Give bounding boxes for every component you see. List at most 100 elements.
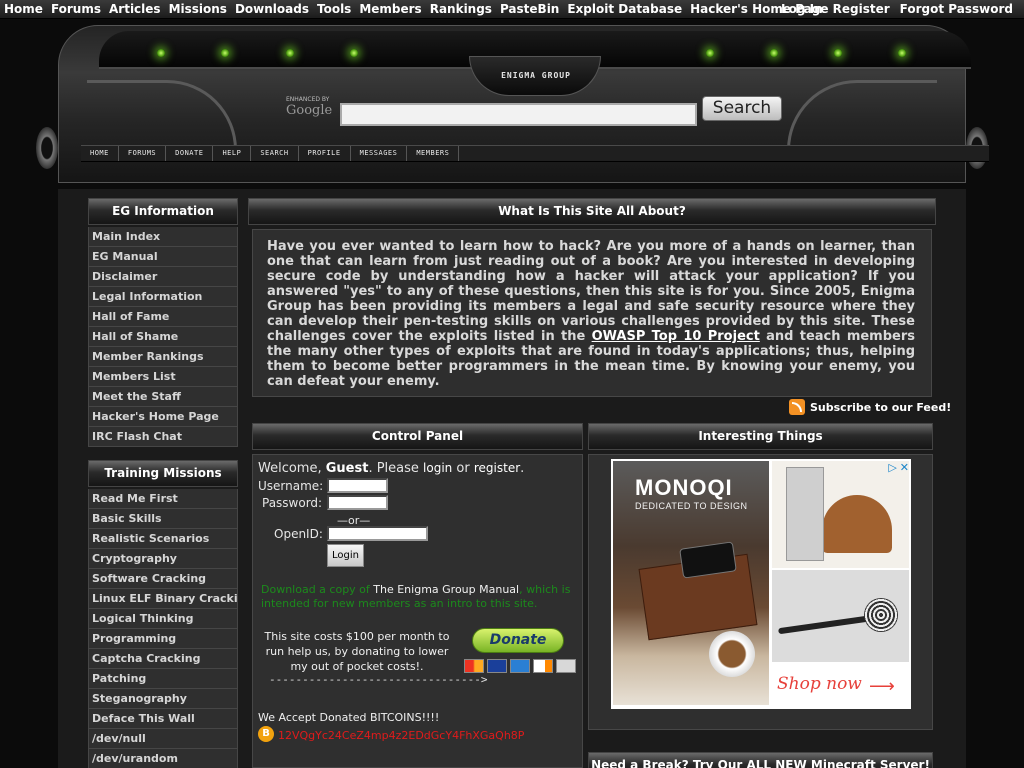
subnav-profile[interactable]: PROFILE: [299, 146, 351, 161]
led-light: [221, 49, 229, 57]
top-nav-articles[interactable]: Articles: [109, 2, 161, 16]
ad-close-icon[interactable]: ✕: [900, 461, 909, 474]
sidebar-item-hackers-home-page[interactable]: Hacker's Home Page: [88, 407, 238, 427]
ad-coffee-cup: [709, 631, 755, 677]
login-button[interactable]: Login: [327, 544, 364, 567]
donate-button[interactable]: Donate: [472, 628, 564, 653]
manual-download-text: Download a copy of The Enigma Group Manu…: [261, 583, 579, 611]
welcome-login-link[interactable]: login: [423, 461, 452, 475]
control-panel-heading: Control Panel: [252, 423, 583, 450]
login-link[interactable]: Log In: [781, 2, 823, 16]
top-nav-downloads[interactable]: Downloads: [235, 2, 309, 16]
top-nav-tools[interactable]: Tools: [317, 2, 351, 16]
header-subnav: HOME FORUMS DONATE HELP SEARCH PROFILE M…: [81, 145, 989, 162]
sidebar: EG Information Main Index EG Manual Disc…: [88, 198, 238, 768]
advertisement[interactable]: MONOQI DEDICATED TO DESIGN Shop now ⟶ ▷ …: [611, 459, 911, 709]
donation-arrow: -------------------------------->: [269, 673, 488, 686]
ad-choices-icon[interactable]: ▷: [888, 461, 896, 474]
password-field[interactable]: [327, 495, 388, 510]
ad-keychain-image: [772, 570, 909, 662]
top-nav-pastebin[interactable]: PasteBin: [500, 2, 559, 16]
sidebar-item-captcha-cracking[interactable]: Captcha Cracking: [88, 649, 238, 669]
sidebar-item-steganography[interactable]: Steganography: [88, 689, 238, 709]
subnav-forums[interactable]: FORUMS: [119, 146, 167, 161]
subnav-members[interactable]: MEMBERS: [407, 146, 460, 161]
header-frame: ENIGMA GROUP ENHANCED BY Google Search H…: [58, 25, 989, 183]
sidebar-item-legal-information[interactable]: Legal Information: [88, 287, 238, 307]
ad-choices[interactable]: ▷ ✕: [888, 461, 909, 474]
subnav-donate[interactable]: DONATE: [166, 146, 214, 161]
sidebar-item-main-index[interactable]: Main Index: [88, 227, 238, 247]
rss-subscribe-label[interactable]: Subscribe to our Feed!: [810, 401, 951, 414]
ad-shop-now[interactable]: Shop now: [777, 674, 862, 694]
top-nav-home[interactable]: Home: [4, 2, 43, 16]
openid-field[interactable]: [327, 526, 428, 541]
sidebar-item-dev-urandom[interactable]: /dev/urandom: [88, 749, 238, 768]
search-button[interactable]: Search: [702, 96, 782, 121]
discover-icon: [533, 659, 553, 673]
top-nav-forums[interactable]: Forums: [51, 2, 101, 16]
sidebar-item-irc-flash-chat[interactable]: IRC Flash Chat: [88, 427, 238, 447]
search-input[interactable]: [340, 103, 697, 126]
sidebar-item-read-me-first[interactable]: Read Me First: [88, 489, 238, 509]
sidebar-item-hall-of-shame[interactable]: Hall of Shame: [88, 327, 238, 347]
main-heading: What Is This Site All About?: [248, 198, 936, 225]
top-nav-exploit-database[interactable]: Exploit Database: [567, 2, 682, 16]
logo-text: ENIGMA GROUP: [501, 71, 571, 80]
bitcoin-icon: B: [258, 726, 274, 742]
username-field[interactable]: [327, 478, 388, 493]
top-nav-rankings[interactable]: Rankings: [430, 2, 492, 16]
sidebar-item-basic-skills[interactable]: Basic Skills: [88, 509, 238, 529]
subnav-help[interactable]: HELP: [213, 146, 252, 161]
led-light: [706, 49, 714, 57]
subnav-messages[interactable]: MESSAGES: [351, 146, 408, 161]
sidebar-item-members-list[interactable]: Members List: [88, 367, 238, 387]
amex-icon: [510, 659, 530, 673]
led-light: [286, 49, 294, 57]
sidebar-item-deface-this-wall[interactable]: Deface This Wall: [88, 709, 238, 729]
welcome-register-link[interactable]: register: [474, 461, 520, 475]
interesting-things-heading: Interesting Things: [588, 423, 933, 450]
sidebar-item-logical-thinking[interactable]: Logical Thinking: [88, 609, 238, 629]
enigma-manual-link[interactable]: The Enigma Group Manual: [373, 583, 519, 596]
mastercard-icon: [464, 659, 484, 673]
minecraft-heading: Need a Break? Try Our ALL NEW Minecraft …: [588, 752, 933, 768]
visa-icon: [487, 659, 507, 673]
site-logo[interactable]: ENIGMA GROUP: [469, 56, 601, 96]
subnav-search[interactable]: SEARCH: [251, 146, 299, 161]
sidebar-item-member-rankings[interactable]: Member Rankings: [88, 347, 238, 367]
sidebar-item-cryptography[interactable]: Cryptography: [88, 549, 238, 569]
guest-name: Guest: [325, 461, 369, 476]
sidebar-item-dev-null[interactable]: /dev/null: [88, 729, 238, 749]
register-link[interactable]: Register: [833, 2, 890, 16]
sidebar-item-meet-the-staff[interactable]: Meet the Staff: [88, 387, 238, 407]
top-nav-missions[interactable]: Missions: [169, 2, 227, 16]
ad-tagline: DEDICATED TO DESIGN: [635, 501, 748, 511]
top-nav-members[interactable]: Members: [359, 2, 421, 16]
google-word: Google: [286, 103, 333, 118]
rss-icon[interactable]: [789, 399, 805, 415]
bitcoin-address[interactable]: 12VQgYc24CeZ4mp4z2EDdGcY4FhXGaQh8P: [278, 729, 524, 742]
subnav-home[interactable]: HOME: [81, 146, 119, 161]
sidebar-item-hall-of-fame[interactable]: Hall of Fame: [88, 307, 238, 327]
ad-mic: [864, 598, 898, 632]
sidebar-item-programming[interactable]: Programming: [88, 629, 238, 649]
welcome-line: Welcome, Guest. Please login or register…: [258, 461, 577, 476]
owasp-top-10-link[interactable]: OWASP Top 10 Project: [592, 329, 760, 344]
openid-label: OpenID:: [274, 527, 323, 541]
forgot-password-link[interactable]: Forgot Password: [900, 2, 1013, 16]
payment-cards: [464, 659, 576, 673]
please-text: . Please: [368, 461, 419, 476]
rss-subscribe[interactable]: Subscribe to our Feed!: [789, 399, 951, 415]
sidebar-item-eg-manual[interactable]: EG Manual: [88, 247, 238, 267]
sidebar-item-linux-elf-binary-cracking[interactable]: Linux ELF Binary Cracking: [88, 589, 238, 609]
site-header: ENIGMA GROUP ENHANCED BY Google Search H…: [36, 19, 989, 189]
about-text-box: Have you ever wanted to learn how to hac…: [252, 229, 932, 397]
sidebar-item-patching[interactable]: Patching: [88, 669, 238, 689]
led-light: [770, 49, 778, 57]
sidebar-item-disclaimer[interactable]: Disclaimer: [88, 267, 238, 287]
sidebar-item-software-cracking[interactable]: Software Cracking: [88, 569, 238, 589]
ad-laptop-stand-image: [772, 461, 909, 568]
sidebar-item-realistic-scenarios[interactable]: Realistic Scenarios: [88, 529, 238, 549]
or-text: or: [456, 461, 470, 476]
